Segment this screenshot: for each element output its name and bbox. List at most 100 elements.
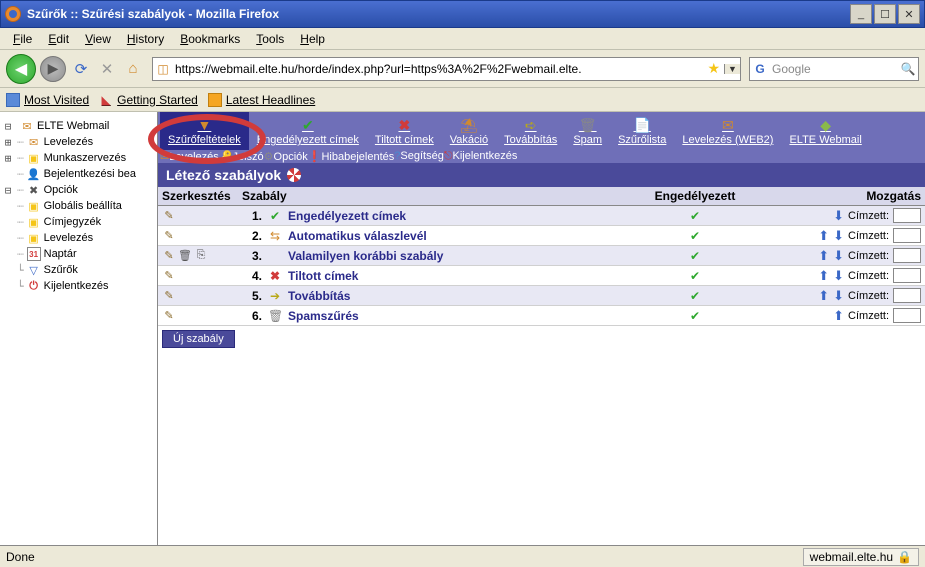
- tree-item-elte-webmail[interactable]: ⊟✉ELTE Webmail: [0, 118, 157, 134]
- toolbar-item-spam[interactable]: 🗑Spam: [565, 112, 610, 150]
- pencil-icon[interactable]: ✎: [162, 249, 176, 263]
- toolbar-item-hibabejelent-s[interactable]: ❗Hibabejelentés: [308, 150, 394, 163]
- move-up-icon[interactable]: ⬆: [833, 308, 844, 324]
- move-down-icon[interactable]: ⬇: [833, 228, 844, 244]
- move-up-icon[interactable]: ⬆: [818, 288, 829, 304]
- pencil-icon[interactable]: ✎: [162, 289, 176, 303]
- back-button[interactable]: ◀: [6, 54, 36, 84]
- move-down-icon[interactable]: ⬇: [833, 208, 844, 224]
- tree-item-levelez-s[interactable]: ⊞┈✉Levelezés: [0, 134, 157, 150]
- toolbar-item-opci-k[interactable]: ⚙Opciók: [264, 150, 308, 163]
- stop-button[interactable]: ✕: [96, 58, 118, 80]
- move-target-input[interactable]: [893, 268, 921, 283]
- move-down-icon[interactable]: ⬇: [833, 288, 844, 304]
- toolbar-item-jelsz-[interactable]: 🔑Jelszó: [219, 150, 264, 163]
- rule-link[interactable]: Engedélyezett címek: [288, 209, 406, 223]
- menu-tools[interactable]: Tools: [249, 30, 291, 48]
- search-placeholder[interactable]: Google: [770, 62, 898, 76]
- move-up-icon[interactable]: ⬆: [818, 268, 829, 284]
- rule-link[interactable]: Tiltott címek: [288, 269, 358, 283]
- toolbar-item-elte-webmail[interactable]: ◆ELTE Webmail: [781, 112, 869, 150]
- bookmark-most-visited[interactable]: Most Visited: [6, 93, 89, 107]
- menu-history[interactable]: History: [120, 30, 171, 48]
- tree-item-napt-r[interactable]: ┈31Naptár: [0, 246, 157, 262]
- pencil-icon[interactable]: ✎: [162, 269, 176, 283]
- move-target-input[interactable]: [893, 308, 921, 323]
- move-target-input[interactable]: [893, 288, 921, 303]
- move-down-icon[interactable]: ⬇: [833, 248, 844, 264]
- rule-link[interactable]: Valamilyen korábbi szabály: [288, 249, 443, 263]
- url-bar[interactable]: ◫ https://webmail.elte.hu/horde/index.ph…: [152, 57, 741, 81]
- move-target-input[interactable]: [893, 208, 921, 223]
- menu-help[interactable]: Help: [293, 30, 332, 48]
- move-up-icon[interactable]: ⬆: [818, 228, 829, 244]
- tree-item-opci-k[interactable]: ⊟┈✖Opciók: [0, 182, 157, 198]
- toolbar-item-sz-r-felt-telek[interactable]: ▼Szűrőfeltételek: [160, 112, 249, 150]
- pencil-icon[interactable]: ✎: [162, 229, 176, 243]
- menu-view[interactable]: View: [78, 30, 118, 48]
- close-button[interactable]: ✕: [898, 4, 920, 24]
- toolbar-item-vak-ci-[interactable]: ⛱Vakáció: [442, 112, 496, 150]
- enabled-cell[interactable]: ✔: [635, 289, 755, 303]
- url-dropdown[interactable]: ▼: [724, 64, 740, 74]
- tree-lines: ┈: [17, 152, 24, 165]
- funnel-icon: ▼: [197, 116, 211, 134]
- menu-edit[interactable]: Edit: [41, 30, 76, 48]
- toolbar-item-tov-bb-t-s[interactable]: ➪Továbbítás: [496, 112, 565, 150]
- enabled-cell[interactable]: ✔: [635, 229, 755, 243]
- toolbar-item-sz-r-lista[interactable]: 📄Szűrőlista: [610, 112, 674, 150]
- enabled-cell[interactable]: ✔: [635, 309, 755, 323]
- move-target-input[interactable]: [893, 228, 921, 243]
- site-icon: ◫: [153, 59, 173, 79]
- rule-link[interactable]: Automatikus válaszlevél: [288, 229, 427, 243]
- copy-icon[interactable]: ⎘: [194, 249, 208, 263]
- tree-item-bejelentkez-si-bea[interactable]: ┈👤Bejelentkezési bea: [0, 166, 157, 182]
- enabled-cell[interactable]: ✔: [635, 269, 755, 283]
- tree-item-kijelentkez-s[interactable]: └⏻Kijelentkezés: [0, 278, 157, 294]
- move-target-input[interactable]: [893, 248, 921, 263]
- toolbar-item-kijelentkez-s[interactable]: ⎋Kijelentkezés: [444, 150, 518, 163]
- url-text[interactable]: https://webmail.elte.hu/horde/index.php?…: [173, 62, 703, 76]
- menu-file[interactable]: File: [6, 30, 39, 48]
- search-bar[interactable]: G Google 🔍: [749, 57, 919, 81]
- bookmark-getting-started[interactable]: ◣Getting Started: [99, 93, 198, 107]
- toolbar-item-tiltott-c-mek[interactable]: ✖Tiltott címek: [367, 112, 442, 150]
- rule-link[interactable]: Továbbítás: [288, 289, 350, 303]
- tree-toggle[interactable]: ⊞: [2, 136, 14, 149]
- enabled-cell[interactable]: ✔: [635, 209, 755, 223]
- pencil-icon[interactable]: ✎: [162, 309, 176, 323]
- move-up-icon[interactable]: ⬆: [818, 248, 829, 264]
- tree-item-sz-r-k[interactable]: └▽Szűrők: [0, 262, 157, 278]
- new-rule-button[interactable]: Új szabály: [162, 330, 235, 348]
- toolbar-item-levelez-s[interactable]: ✉Levelezés: [160, 150, 219, 163]
- tree-item-levelez-s[interactable]: ┈▣Levelezés: [0, 230, 157, 246]
- trash-icon[interactable]: 🗑: [178, 249, 192, 263]
- bookmark-star-icon[interactable]: ★: [703, 60, 724, 77]
- rule-row: ✎6.🗑Spamszűrés✔⬆Címzett:: [158, 306, 925, 326]
- maximize-button[interactable]: ☐: [874, 4, 896, 24]
- forward-button[interactable]: ▶: [40, 56, 66, 82]
- toolbar-item-levelez-s-web2-[interactable]: ✉Levelezés (WEB2): [674, 112, 781, 150]
- minimize-button[interactable]: _: [850, 4, 872, 24]
- enabled-cell[interactable]: ✔: [635, 249, 755, 263]
- reload-button[interactable]: ⟳: [70, 58, 92, 80]
- tree-item-munkaszervez-s[interactable]: ⊞┈▣Munkaszervezés: [0, 150, 157, 166]
- search-icon[interactable]: 🔍: [898, 62, 918, 76]
- pencil-icon[interactable]: ✎: [162, 209, 176, 223]
- toolbar-item-enged-lyezett-c-mek[interactable]: ✔Engedélyezett címek: [249, 112, 367, 150]
- tree-toggle[interactable]: ⊞: [2, 152, 14, 165]
- tree-toggle[interactable]: ⊟: [2, 184, 14, 197]
- tree-toggle[interactable]: ⊟: [2, 120, 14, 133]
- toolbar-item-seg-ts-g[interactable]: ?Segítség: [394, 150, 444, 163]
- tree-item-c-mjegyz-k[interactable]: ┈▣Címjegyzék: [0, 214, 157, 230]
- edit-cell: ✎: [158, 269, 238, 283]
- rule-link[interactable]: Spamszűrés: [288, 309, 359, 323]
- toolbar-label: Tiltott címek: [375, 134, 434, 146]
- rule-name-cell: 2.⇆Automatikus válaszlevél: [238, 229, 635, 243]
- help-icon[interactable]: [287, 168, 301, 182]
- home-button[interactable]: ⌂: [122, 58, 144, 80]
- tree-item-glob-lis-be-ll-ta[interactable]: ┈▣Globális beállíta: [0, 198, 157, 214]
- bookmark-latest-headlines[interactable]: Latest Headlines: [208, 93, 315, 107]
- move-down-icon[interactable]: ⬇: [833, 268, 844, 284]
- menu-bookmarks[interactable]: Bookmarks: [173, 30, 247, 48]
